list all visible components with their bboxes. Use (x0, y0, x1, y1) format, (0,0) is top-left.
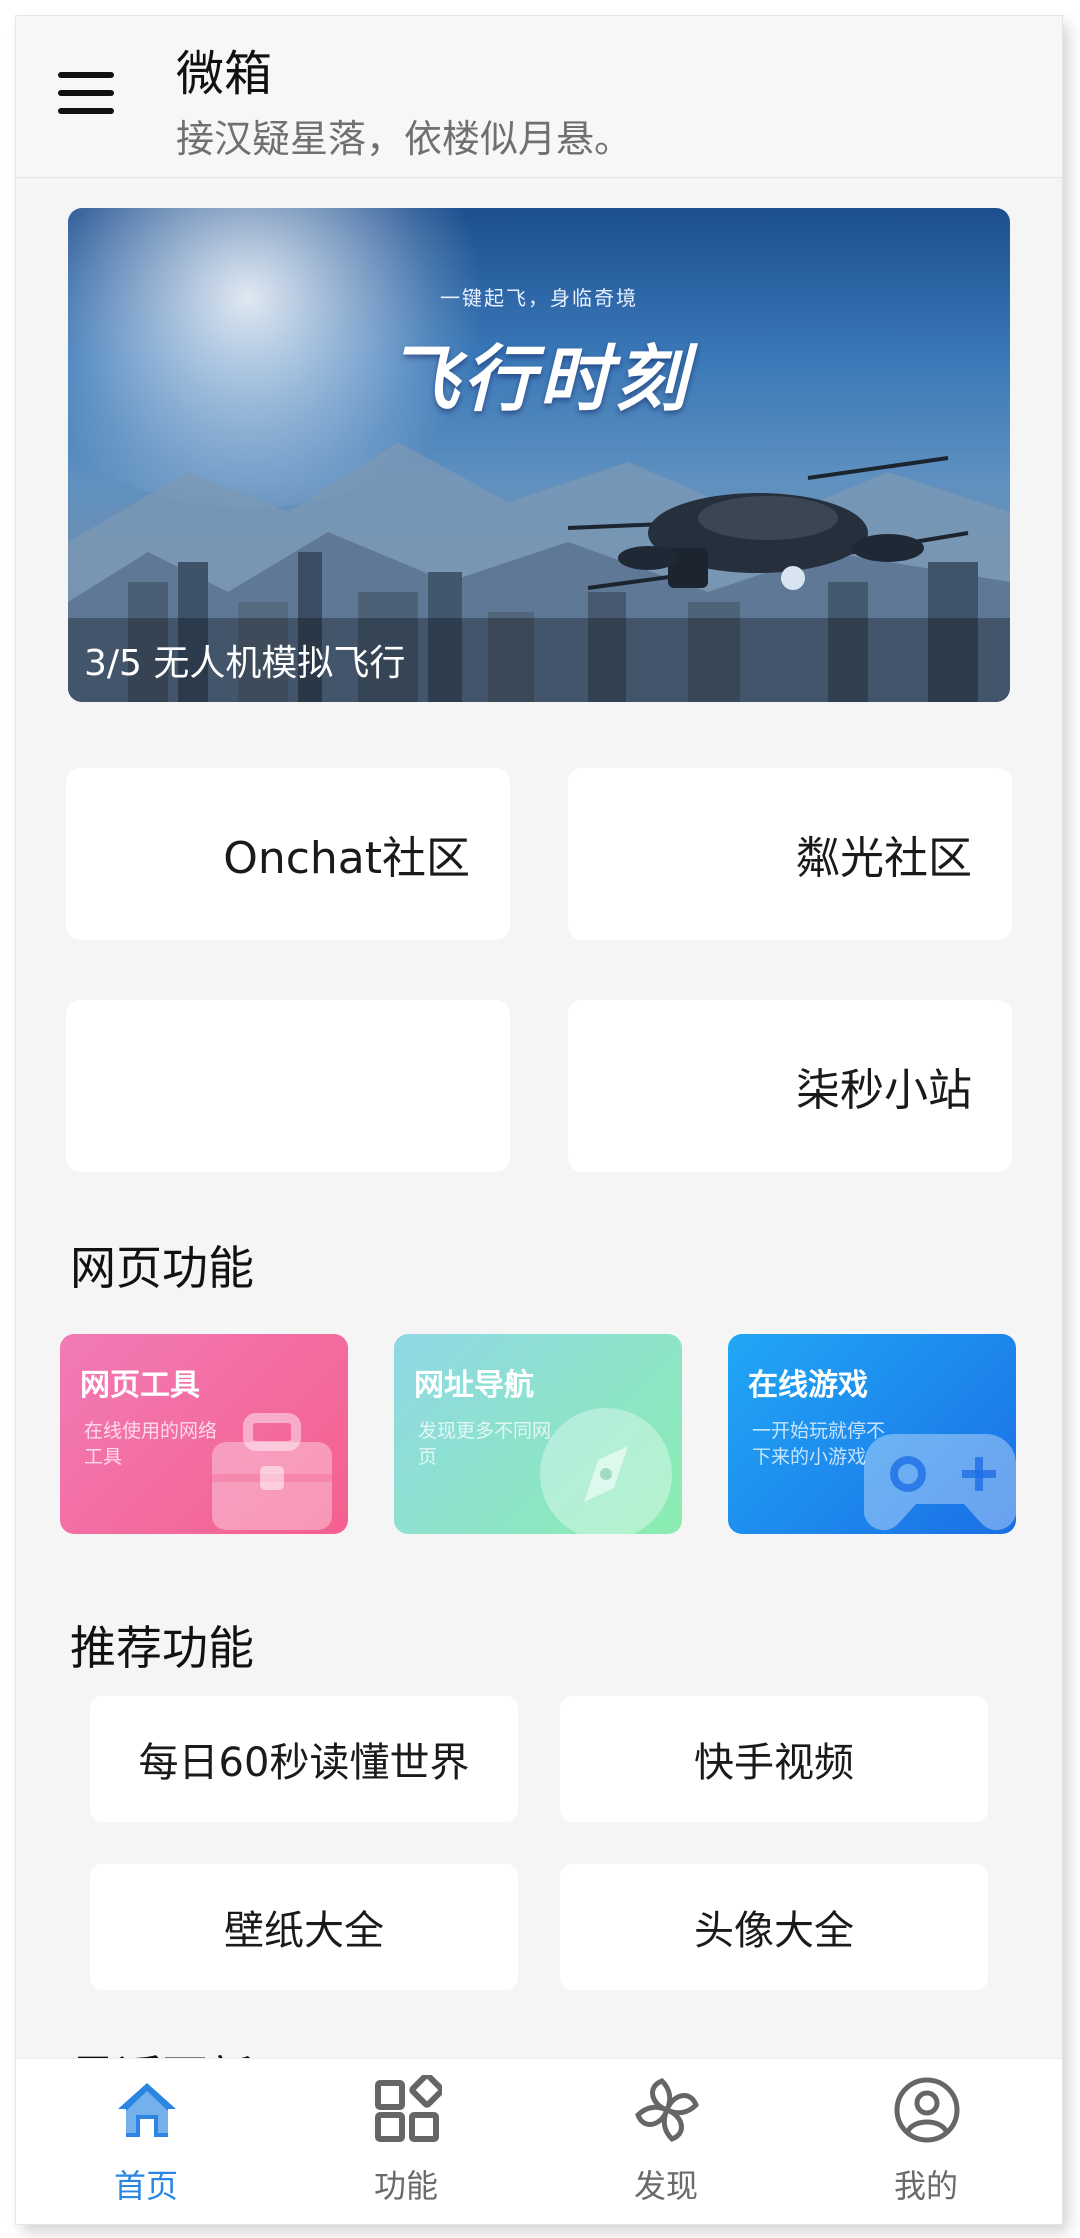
section-title-web-features: 网页功能 (70, 1241, 254, 1295)
tab-features[interactable]: 功能 (276, 2059, 536, 2224)
drone-illustration (567, 456, 969, 590)
apps-icon (375, 2075, 442, 2142)
banner-caption: 3/5 无人机模拟飞行 (84, 643, 406, 684)
feature-card-url-nav[interactable]: 网址导航 发现更多不同网页 (394, 1334, 682, 1534)
feature-card-online-games[interactable]: 在线游戏 一开始玩就停不下来的小游戏 (728, 1334, 1016, 1534)
feature-title: 在线游戏 (748, 1368, 868, 1403)
bottom-tab-bar: 首页 功能 发现 我的 (16, 2058, 1062, 2224)
feature-desc: 在线使用的网络工具 (84, 1420, 218, 1468)
section-title-recommended: 推荐功能 (70, 1621, 254, 1675)
community-card-linguang[interactable]: 粼光社区 (568, 768, 1012, 940)
tab-label: 发现 (633, 2167, 698, 2205)
recommended-item-daily-news[interactable]: 每日60秒读懂世界 (90, 1696, 518, 1822)
recommended-label: 每日60秒读懂世界 (138, 1740, 470, 1786)
gamepad-icon (864, 1434, 1016, 1531)
community-card-qimiao[interactable]: 柒秒小站 (568, 1000, 1012, 1172)
profile-icon (894, 2077, 960, 2143)
community-label: 粼光社区 (796, 833, 972, 884)
tab-label: 功能 (373, 2167, 438, 2205)
banner-carousel[interactable]: 一键起飞，身临奇境 飞行时刻 3/5 无人机模拟飞行 (68, 208, 1010, 702)
banner-headline: 飞行时刻 (386, 337, 691, 421)
recommended-label: 壁纸大全 (224, 1908, 384, 1954)
feature-title: 网页工具 (80, 1368, 200, 1403)
tab-home[interactable]: 首页 (16, 2059, 276, 2224)
pinwheel-icon (635, 2078, 699, 2142)
compass-icon (540, 1408, 672, 1534)
banner-tagline: 一键起飞，身临奇境 (440, 286, 638, 310)
home-icon (118, 2083, 176, 2137)
tab-label: 首页 (113, 2167, 178, 2205)
community-card-empty[interactable] (66, 1000, 510, 1172)
app-header: 微箱 接汉疑星落，依楼似月悬。 (16, 16, 1062, 178)
community-label: Onchat社区 (223, 833, 470, 884)
recommended-item-wallpapers[interactable]: 壁纸大全 (90, 1864, 518, 1990)
tab-label: 我的 (893, 2167, 958, 2205)
tab-discover[interactable]: 发现 (536, 2059, 796, 2224)
feature-title: 网址导航 (414, 1368, 534, 1403)
feature-card-web-tools[interactable]: 网页工具 在线使用的网络工具 (60, 1334, 348, 1534)
recommended-item-avatars[interactable]: 头像大全 (560, 1864, 988, 1990)
app-frame: 微箱 接汉疑星落，依楼似月悬。 一键起飞，身临奇境 飞行时刻 3/5 无人机模拟… (16, 16, 1062, 2224)
recommended-label: 头像大全 (694, 1908, 854, 1954)
community-card-onchat[interactable]: Onchat社区 (66, 768, 510, 940)
tab-profile[interactable]: 我的 (796, 2059, 1056, 2224)
app-title: 微箱 (176, 46, 273, 102)
recommended-item-kuaishou[interactable]: 快手视频 (560, 1696, 988, 1822)
feature-desc: 发现更多不同网页 (418, 1420, 552, 1468)
toolbox-icon (212, 1413, 332, 1530)
community-label: 柒秒小站 (796, 1065, 972, 1116)
app-subtitle: 接汉疑星落，依楼似月悬。 (176, 117, 633, 161)
recommended-label: 快手视频 (694, 1740, 854, 1786)
menu-icon[interactable] (58, 72, 116, 120)
